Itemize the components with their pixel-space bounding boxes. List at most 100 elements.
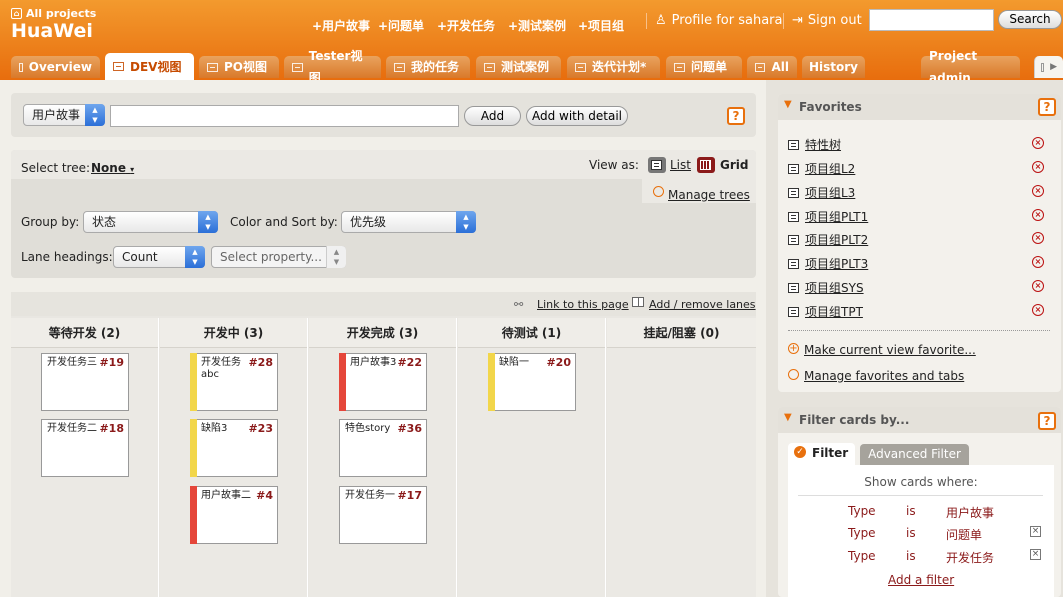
remove-favorite-icon[interactable]: × [1032, 137, 1044, 149]
card-title-input[interactable] [110, 105, 459, 127]
tab-all[interactable]: All [747, 56, 797, 78]
signout-link[interactable]: ⇥ Sign out [783, 13, 862, 29]
manage-favorites-link[interactable]: Manage favorites and tabs [804, 369, 964, 383]
filter-field[interactable]: Type [848, 504, 876, 518]
card-number[interactable]: #17 [397, 489, 422, 502]
filter-field[interactable]: Type [848, 526, 876, 540]
filter-value[interactable]: 用户故事 [946, 504, 994, 521]
tab-history[interactable]: History [802, 56, 865, 78]
help-icon[interactable]: ? [1038, 412, 1056, 430]
collapse-triangle-icon[interactable]: ▼ [784, 99, 792, 110]
search-button[interactable]: Search [998, 10, 1062, 29]
favorite-item[interactable]: 特性树 [788, 136, 841, 153]
remove-favorite-icon[interactable]: × [1032, 209, 1044, 221]
help-icon[interactable]: ? [727, 107, 745, 125]
favorite-item[interactable]: 项目组PLT2 [788, 231, 868, 248]
tab-scroll-right[interactable]: ▶ [1034, 56, 1063, 78]
remove-favorite-icon[interactable]: × [1032, 185, 1044, 197]
filter-field[interactable]: Type [848, 549, 876, 563]
search-input[interactable] [869, 9, 994, 31]
card[interactable]: 缺陷3 #23 [190, 419, 278, 477]
card-number[interactable]: #36 [397, 422, 422, 435]
tab-iteration-plan[interactable]: 迭代计划* [567, 56, 660, 78]
tab-filter[interactable]: ✓ Filter [788, 443, 855, 465]
card[interactable]: 开发任务二 #18 [41, 419, 129, 477]
card[interactable]: 特色story #36 [339, 419, 427, 477]
lane-heading[interactable]: 开发中 (3) [160, 318, 307, 348]
project-name[interactable]: HuaWei [11, 20, 96, 42]
profile-link[interactable]: ♙ Profile for sahara [646, 13, 782, 29]
filter-value[interactable]: 问题单 [946, 526, 982, 543]
card[interactable]: 用户故事二 #4 [190, 486, 278, 544]
favorite-item[interactable]: 项目组TPT [788, 303, 863, 320]
group-by-select[interactable]: 状态 ▲ ▼ [83, 211, 218, 233]
tab-advanced-filter[interactable]: Advanced Filter [860, 444, 969, 465]
remove-favorite-icon[interactable]: × [1032, 280, 1044, 292]
color-sort-select[interactable]: 优先级 ▲ ▼ [341, 211, 476, 233]
lane-heading[interactable]: 等待开发 (2) [11, 318, 158, 348]
favorite-item[interactable]: 项目组L3 [788, 184, 855, 201]
add-button[interactable]: Add [464, 106, 521, 126]
select-tree-dropdown[interactable]: None ▾ [91, 161, 134, 175]
list-view-link[interactable]: List [670, 158, 691, 172]
tab-project-admin[interactable]: Project admin [921, 49, 1020, 85]
make-favorite-link[interactable]: Make current view favorite... [804, 343, 976, 357]
divider [798, 495, 1043, 496]
add-remove-lanes[interactable]: Add / remove lanes [649, 298, 756, 311]
filter-operator[interactable]: is [906, 526, 916, 540]
card[interactable]: 开发任务三 #19 [41, 353, 129, 411]
remove-favorite-icon[interactable]: × [1032, 304, 1044, 316]
nav-add-test-case[interactable]: +测试案例 [508, 17, 566, 34]
tab-my-tasks[interactable]: 我的任务 [386, 56, 470, 78]
nav-add-project-group[interactable]: +项目组 [578, 17, 624, 34]
brand[interactable]: ⌂ All projects HuaWei [11, 7, 96, 42]
manage-trees-link[interactable]: Manage trees [668, 188, 750, 202]
card[interactable]: 开发任务一 #17 [339, 486, 427, 544]
card-number[interactable]: #20 [546, 356, 571, 369]
lane-heading[interactable]: 挂起/阻塞 (0) [607, 318, 756, 348]
filter-value[interactable]: 开发任务 [946, 549, 994, 566]
tab-tester-view[interactable]: Tester视图 [284, 49, 381, 85]
card-number[interactable]: #28 [248, 356, 273, 369]
collapse-triangle-icon[interactable]: ▼ [784, 412, 792, 423]
tab-overview[interactable]: Overview [11, 56, 100, 78]
remove-favorite-icon[interactable]: × [1032, 161, 1044, 173]
card[interactable]: 缺陷一 #20 [488, 353, 576, 411]
add-with-detail-button[interactable]: Add with detail [526, 106, 628, 126]
select-property-select[interactable]: Select property... ▲ ▼ [211, 246, 346, 268]
tab-test-cases[interactable]: 测试案例 [476, 56, 561, 78]
nav-add-dev-task[interactable]: +开发任务 [437, 17, 495, 34]
favorite-item[interactable]: 项目组PLT1 [788, 208, 868, 225]
card-number[interactable]: #22 [397, 356, 422, 369]
remove-filter-icon[interactable]: × [1030, 526, 1041, 537]
card[interactable]: 开发任务abc #28 [190, 353, 278, 411]
lane-heading[interactable]: 开发完成 (3) [309, 318, 456, 348]
favorite-item[interactable]: 项目组L2 [788, 160, 855, 177]
filter-operator[interactable]: is [906, 504, 916, 518]
lane-heading[interactable]: 待测试 (1) [458, 318, 605, 348]
tab-po-view[interactable]: PO视图 [199, 56, 279, 78]
filter-operator[interactable]: is [906, 549, 916, 563]
tab-issues[interactable]: 问题单 [666, 56, 742, 78]
card-number[interactable]: #19 [99, 356, 124, 369]
card-type-select[interactable]: 用户故事 ▲ ▼ [23, 104, 105, 126]
grid-view-icon[interactable] [697, 157, 715, 173]
lane-headings-select[interactable]: Count ▲ ▼ [113, 246, 205, 268]
card-number[interactable]: #18 [99, 422, 124, 435]
remove-filter-icon[interactable]: × [1030, 549, 1041, 560]
link-to-page[interactable]: Link to this page [537, 298, 629, 311]
favorite-item[interactable]: 项目组SYS [788, 279, 864, 296]
nav-add-issue[interactable]: +问题单 [378, 17, 424, 34]
help-icon[interactable]: ? [1038, 98, 1056, 116]
add-filter-link[interactable]: Add a filter [888, 573, 954, 587]
all-projects-link[interactable]: All projects [26, 7, 96, 20]
tab-dev-view[interactable]: DEV视图 [105, 53, 194, 80]
card[interactable]: 用户故事3 #22 [339, 353, 427, 411]
favorite-item[interactable]: 项目组PLT3 [788, 255, 868, 272]
card-number[interactable]: #4 [256, 489, 273, 502]
card-number[interactable]: #23 [248, 422, 273, 435]
list-view-icon[interactable] [648, 157, 666, 173]
nav-add-user-story[interactable]: +用户故事 [312, 17, 370, 34]
remove-favorite-icon[interactable]: × [1032, 232, 1044, 244]
remove-favorite-icon[interactable]: × [1032, 256, 1044, 268]
